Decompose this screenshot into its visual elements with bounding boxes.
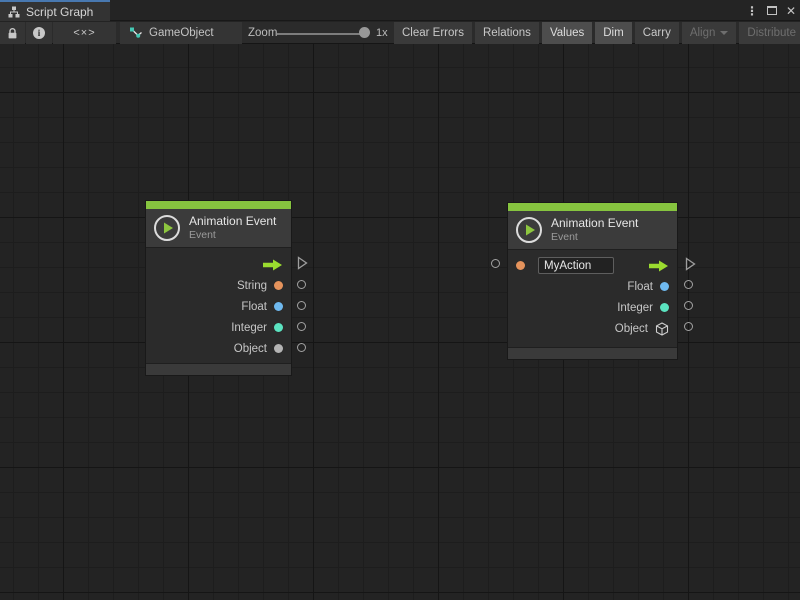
action-name-field[interactable] (538, 257, 614, 274)
exec-arrow-icon (649, 260, 669, 272)
distribute-dropdown[interactable]: Distribute (739, 22, 800, 44)
close-icon[interactable]: ✕ (786, 4, 796, 18)
zoom-slider[interactable] (277, 33, 368, 35)
node-header: Animation Event Event (146, 209, 291, 247)
lock-button[interactable] (0, 22, 25, 44)
info-button[interactable]: i (26, 22, 52, 44)
string-type-dot (274, 281, 283, 290)
output-row-object: Object (508, 318, 677, 339)
integer-output-port[interactable] (297, 322, 306, 331)
play-icon (516, 217, 542, 243)
gameobject-target-button[interactable]: GameObject (120, 22, 242, 44)
output-row-float: Float (146, 296, 291, 317)
node-subtitle: Event (551, 231, 638, 244)
animation-event-node-2[interactable]: Animation Event Event Float (507, 202, 678, 360)
output-row-float: Float (508, 276, 677, 297)
string-output-port[interactable] (297, 280, 306, 289)
float-type-dot (660, 282, 669, 291)
cube-icon (655, 322, 669, 336)
align-dropdown[interactable]: Align (682, 22, 737, 44)
float-output-port[interactable] (297, 301, 306, 310)
values-button[interactable]: Values (542, 22, 592, 44)
graph-toolbar: i <×> GameObject Zoom 1x Clear Errors Re… (0, 22, 800, 44)
code-brackets-icon: <×> (73, 27, 95, 39)
exec-arrow-icon (263, 259, 283, 271)
node-color-bar (146, 201, 291, 209)
node-footer (146, 363, 291, 375)
zoom-value: 1x (376, 22, 388, 44)
carry-button[interactable]: Carry (635, 22, 679, 44)
output-row-integer: Integer (146, 317, 291, 338)
animation-event-node-1[interactable]: Animation Event Event String (145, 200, 292, 376)
node-body: String Float Integer Object (146, 247, 291, 363)
exec-output-port[interactable] (296, 256, 308, 270)
node-title: Animation Event (189, 214, 276, 229)
play-icon (154, 215, 180, 241)
exec-output-row (146, 254, 291, 275)
clear-errors-button[interactable]: Clear Errors (394, 22, 472, 44)
graph-canvas[interactable]: Animation Event Event String (0, 44, 800, 600)
zoom-label: Zoom (248, 22, 277, 44)
output-row-object: Object (146, 338, 291, 359)
integer-output-port[interactable] (684, 301, 693, 310)
object-output-port[interactable] (297, 343, 306, 352)
gameobject-graph-icon (129, 27, 143, 40)
object-output-port[interactable] (684, 322, 693, 331)
integer-type-dot (274, 323, 283, 332)
code-preview-button[interactable]: <×> (53, 22, 116, 44)
node-title: Animation Event (551, 216, 638, 231)
float-output-port[interactable] (684, 280, 693, 289)
relations-button[interactable]: Relations (475, 22, 539, 44)
node-color-bar (508, 203, 677, 211)
script-graph-window: Script Graph ⋮ ✕ i <×> (0, 0, 800, 600)
maximize-icon[interactable] (767, 6, 777, 15)
name-input-port[interactable] (491, 259, 500, 268)
name-input-row (508, 255, 677, 276)
gameobject-label: GameObject (149, 27, 214, 39)
tab-title: Script Graph (26, 5, 93, 19)
toolbar-buttons: Clear Errors Relations Values Dim Carry … (394, 22, 800, 44)
node-body: Float Integer Object (508, 249, 677, 347)
integer-type-dot (660, 303, 669, 312)
info-icon: i (33, 27, 45, 39)
node-footer (508, 347, 677, 359)
exec-output-port[interactable] (684, 257, 696, 271)
chevron-down-icon (720, 31, 728, 35)
zoom-slider-handle[interactable] (359, 27, 370, 38)
float-type-dot (274, 302, 283, 311)
node-header: Animation Event Event (508, 211, 677, 249)
output-row-string: String (146, 275, 291, 296)
tab-script-graph[interactable]: Script Graph (0, 0, 110, 21)
node-subtitle: Event (189, 229, 276, 242)
dim-button[interactable]: Dim (595, 22, 631, 44)
tab-bar: Script Graph ⋮ ✕ (0, 0, 800, 21)
output-row-integer: Integer (508, 297, 677, 318)
string-type-dot (516, 261, 525, 270)
graph-icon (8, 6, 20, 18)
object-type-dot (274, 344, 283, 353)
menu-icon[interactable]: ⋮ (746, 4, 758, 18)
lock-icon (6, 27, 19, 40)
